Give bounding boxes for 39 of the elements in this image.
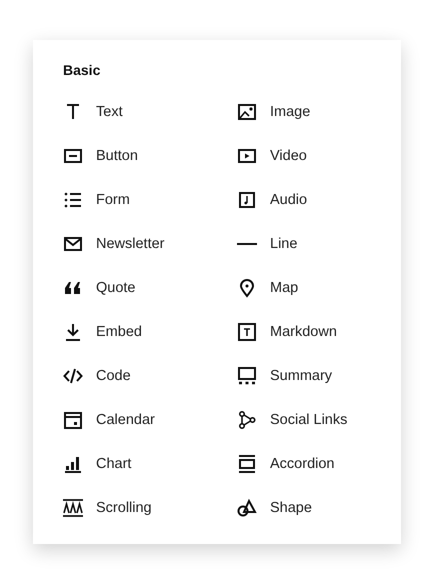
block-item[interactable]: Text [63, 90, 237, 134]
accordion-icon [237, 454, 257, 474]
block-item[interactable]: Quote [63, 266, 237, 310]
shapes-icon [237, 498, 257, 518]
block-item[interactable]: Video [237, 134, 371, 178]
section-heading: Basic [63, 62, 102, 78]
scrolling-icon [63, 498, 83, 518]
block-item[interactable]: Markdown [237, 310, 371, 354]
line-icon [237, 243, 257, 245]
letter-t-box-icon [237, 322, 257, 342]
list-icon [63, 190, 83, 210]
block-item[interactable]: Map [237, 266, 371, 310]
calendar-icon [63, 410, 83, 430]
block-item[interactable]: Image [237, 90, 371, 134]
share-icon [237, 410, 257, 430]
block-item[interactable]: Summary [237, 354, 371, 398]
summary-icon [237, 366, 257, 386]
block-item[interactable]: Chart [63, 442, 237, 486]
block-item[interactable]: Calendar [63, 398, 237, 442]
block-item[interactable]: Line [237, 222, 371, 266]
block-item[interactable]: Accordion [237, 442, 371, 486]
block-item[interactable]: Form [63, 178, 237, 222]
code-icon [63, 366, 83, 386]
download-icon [63, 322, 83, 342]
block-item[interactable]: Button [63, 134, 237, 178]
block-item[interactable]: Audio [237, 178, 371, 222]
map-pin-icon [237, 278, 257, 298]
play-icon [237, 146, 257, 166]
block-item[interactable]: Newsletter [63, 222, 237, 266]
block-item[interactable]: Embed [63, 310, 237, 354]
block-item[interactable]: Social Links [237, 398, 371, 442]
block-item[interactable]: Code [63, 354, 237, 398]
block-item[interactable]: Scrolling [63, 486, 237, 530]
envelope-icon [63, 234, 83, 254]
block-item[interactable]: Shape [237, 486, 371, 530]
image-icon [237, 102, 257, 122]
button-icon [63, 146, 83, 166]
bar-chart-icon [63, 454, 83, 474]
music-note-icon [237, 190, 257, 210]
